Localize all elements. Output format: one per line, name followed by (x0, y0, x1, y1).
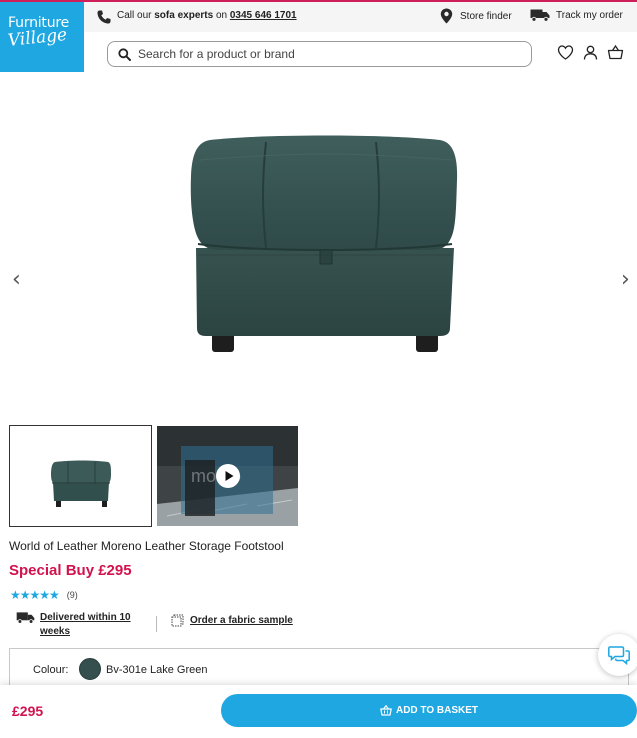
sticky-purchase-bar: £295 ADD TO BASKET (0, 685, 637, 738)
gallery-next-arrow[interactable]: › (621, 269, 630, 291)
product-price: £295 (98, 562, 132, 579)
chat-icon (608, 646, 630, 665)
add-to-basket-button[interactable]: ADD TO BASKET (221, 694, 637, 727)
product-title: World of Leather Moreno Leather Storage … (9, 539, 284, 553)
delivery-info-link[interactable]: Delivered within 10 weeks (16, 611, 150, 639)
review-count[interactable]: (9) (67, 590, 78, 600)
star-rating-icons: ★★★★★ (10, 588, 60, 602)
thumbnail-video[interactable]: mo no (157, 426, 298, 526)
play-icon[interactable] (216, 464, 240, 488)
delivery-truck-icon (16, 612, 35, 624)
search-box (107, 41, 532, 67)
search-icon[interactable] (118, 48, 131, 61)
add-to-basket-label: ADD TO BASKET (395, 705, 479, 716)
delivery-text: Delivered within 10 weeks (40, 612, 131, 637)
sticky-price: £295 (12, 703, 44, 719)
info-divider (156, 616, 157, 632)
account-icon[interactable] (582, 44, 599, 61)
fabric-sample-link[interactable]: Order a fabric sample (171, 614, 293, 627)
colour-swatch[interactable] (79, 658, 101, 680)
track-order-link[interactable]: Track my order (530, 8, 623, 22)
track-order-label: Track my order (556, 9, 623, 21)
basket-icon (380, 705, 392, 716)
furniture-village-logo[interactable]: Furniture Village (0, 2, 84, 72)
special-buy-price: Special Buy £295 (9, 562, 132, 579)
location-pin-icon (440, 8, 453, 24)
fabric-swatch-icon (171, 614, 184, 627)
thumbnail-image[interactable] (9, 425, 152, 527)
gallery-prev-arrow[interactable]: ‹ (12, 269, 21, 291)
colour-label: Colour: (33, 664, 69, 676)
rating-stars[interactable]: ★★★★★ (9) (10, 589, 78, 601)
call-experts-text: Call our sofa experts on 0345 646 1701 (117, 10, 297, 21)
colour-value: Bv-301e Lake Green (106, 664, 208, 676)
heart-icon[interactable] (557, 44, 574, 61)
product-main-image[interactable]: ‹ › (0, 80, 637, 410)
search-input[interactable] (138, 45, 518, 63)
delivery-truck-icon (530, 9, 550, 22)
fabric-sample-label: Order a fabric sample (190, 615, 293, 626)
call-prefix: Call our (117, 10, 155, 21)
phone-number-link[interactable]: 0345 646 1701 (230, 10, 297, 21)
store-finder-link[interactable]: Store finder (440, 8, 512, 24)
header-icons (557, 44, 624, 61)
special-buy-label: Special Buy (9, 562, 99, 579)
call-strong: sofa experts (154, 10, 214, 21)
basket-icon[interactable] (607, 44, 624, 61)
call-mid: on (213, 10, 230, 21)
chat-button[interactable] (598, 634, 637, 676)
phone-icon (97, 10, 111, 24)
store-finder-label: Store finder (460, 10, 512, 22)
help-bar: Call our sofa experts on 0345 646 1701 S… (84, 2, 637, 32)
